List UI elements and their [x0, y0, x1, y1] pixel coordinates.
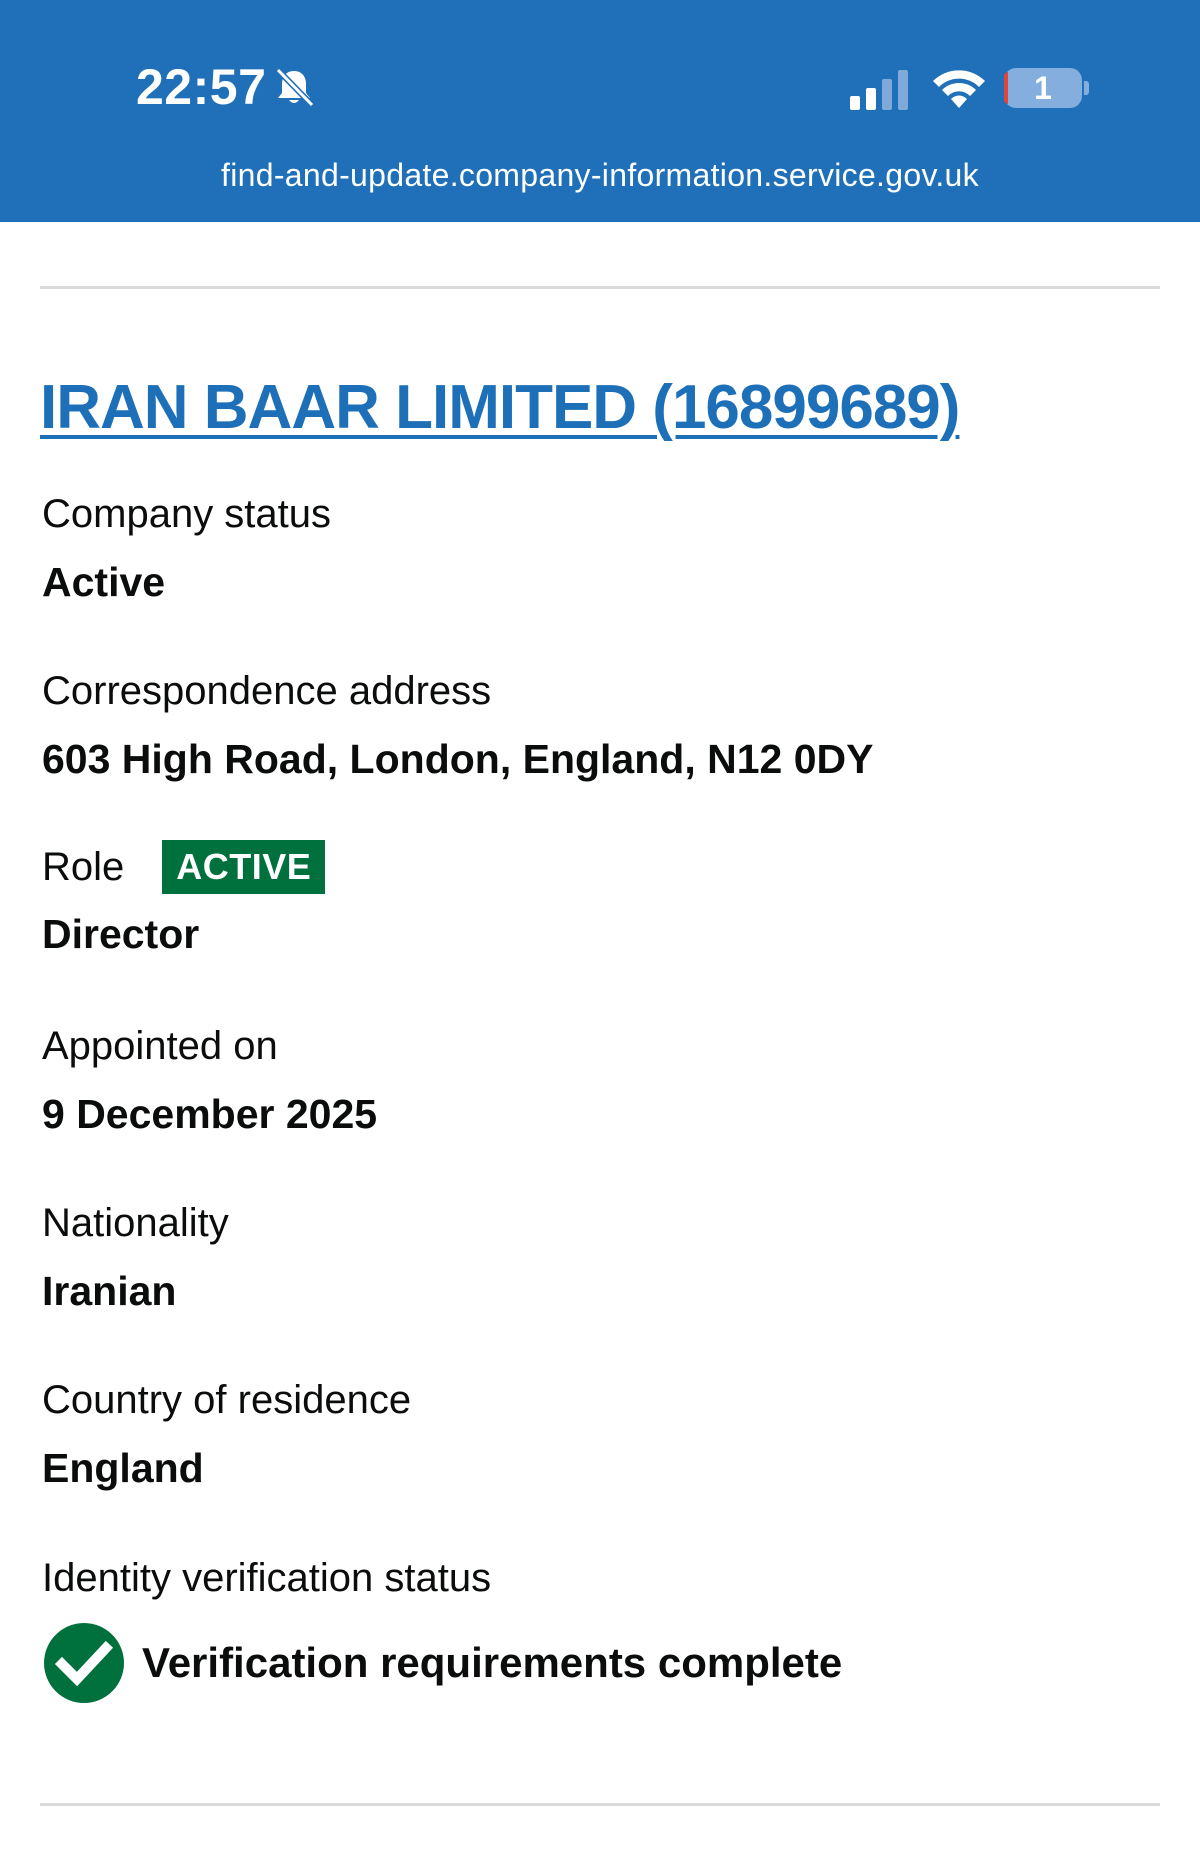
verification-status-row: Verification requirements complete [42, 1621, 842, 1705]
company-status-label: Company status [42, 492, 332, 536]
top-divider [40, 286, 1160, 289]
nationality-label: Nationality [42, 1201, 229, 1245]
company-name-link[interactable]: IRAN BAAR LIMITED (16899689) [40, 372, 960, 443]
country-of-residence-label: Country of residence [42, 1378, 412, 1422]
role-field: Role ACTIVE Director [42, 840, 326, 960]
role-label: Role [42, 845, 125, 889]
company-status-field: Company status Active [42, 488, 331, 608]
identity-verification-label: Identity verification status [42, 1556, 492, 1600]
correspondence-address-field: Correspondence address 603 High Road, Lo… [42, 665, 873, 785]
appointed-on-label: Appointed on [42, 1024, 278, 1068]
check-circle-icon [44, 1623, 124, 1703]
wifi-icon [933, 70, 985, 108]
verification-status-value: Verification requirements complete [142, 1639, 843, 1686]
correspondence-address-label: Correspondence address [42, 669, 492, 713]
correspondence-address-value: 603 High Road, London, England, N12 0DY [42, 736, 874, 782]
company-status-value: Active [42, 559, 166, 605]
identity-verification-field: Identity verification status [42, 1552, 491, 1604]
appointed-on-field: Appointed on 9 December 2025 [42, 1020, 377, 1140]
nationality-value: Iranian [42, 1268, 177, 1314]
role-status-tag: ACTIVE [162, 840, 326, 894]
clock-group: 22:57 [136, 58, 316, 116]
role-value: Director [42, 911, 200, 957]
browser-status-bar: 22:57 1 find-and-update.company-informat… [0, 0, 1200, 222]
battery-cap [1084, 81, 1089, 95]
battery-level: 1 [1034, 69, 1052, 106]
country-of-residence-value: England [42, 1445, 204, 1491]
status-time: 22:57 [136, 59, 267, 115]
address-bar-url[interactable]: find-and-update.company-information.serv… [0, 157, 1200, 194]
appointed-on-value: 9 December 2025 [42, 1091, 378, 1137]
cellular-signal-icon [850, 70, 908, 110]
country-of-residence-field: Country of residence England [42, 1374, 411, 1494]
bottom-divider [40, 1803, 1160, 1806]
battery-icon: 1 [1004, 68, 1082, 108]
bell-slash-icon [276, 67, 315, 108]
role-label-row: Role ACTIVE [42, 840, 326, 894]
nationality-field: Nationality Iranian [42, 1197, 229, 1317]
